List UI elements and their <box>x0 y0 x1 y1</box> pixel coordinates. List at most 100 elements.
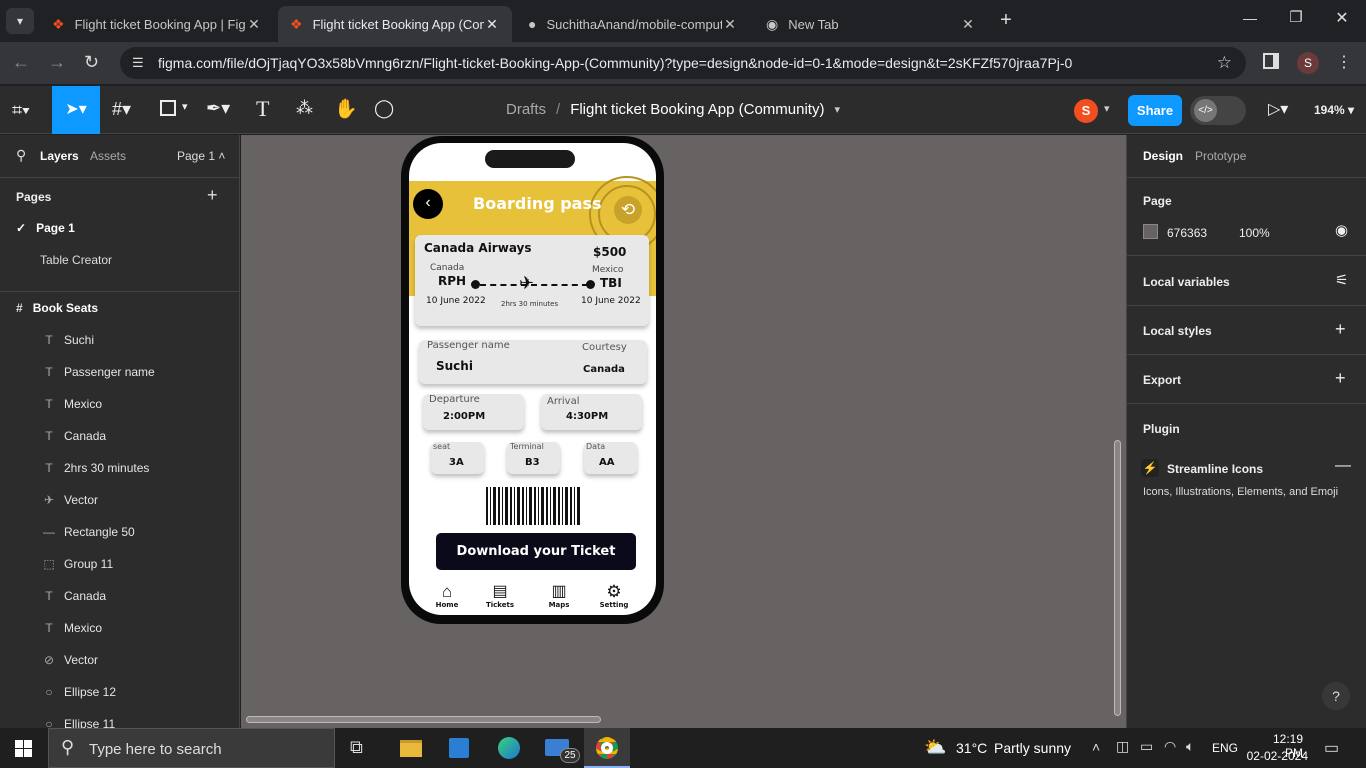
zoom-level[interactable]: 194% ▾ <box>1314 103 1354 117</box>
tab-prototype[interactable]: Prototype <box>1195 149 1246 163</box>
help-button[interactable]: ? <box>1322 682 1350 710</box>
search-icon[interactable]: ⚲ <box>16 147 26 164</box>
back-icon[interactable]: ← <box>12 52 30 73</box>
text-tool-icon[interactable]: T <box>256 96 269 122</box>
nav-setting[interactable]: ⚙ Setting <box>597 583 631 610</box>
layer-row[interactable]: ○ Ellipse 11 <box>0 708 240 728</box>
add-page-icon[interactable]: + <box>207 185 218 206</box>
eye-icon[interactable]: ◉ <box>1335 221 1348 239</box>
reload-icon[interactable]: ↻ <box>84 52 99 73</box>
main-menu-icon[interactable]: ⌗▾ <box>12 100 30 121</box>
layer-row[interactable]: T Mexico <box>0 388 240 420</box>
forward-icon[interactable]: → <box>48 52 66 73</box>
design-canvas[interactable] <box>241 135 1126 728</box>
file-explorer-icon[interactable] <box>400 740 422 757</box>
layer-row[interactable]: T Passenger name <box>0 356 240 388</box>
profile-avatar[interactable]: S <box>1297 52 1319 74</box>
tab-layers[interactable]: Layers <box>40 149 79 163</box>
url-bar[interactable]: ☰ figma.com/file/dOjTjaqYO3x58bVmng6rzn/… <box>120 47 1246 79</box>
download-ticket-button[interactable]: Download your Ticket <box>436 533 636 570</box>
layer-row[interactable]: ○ Ellipse 12 <box>0 676 240 708</box>
layer-row[interactable]: ⬚ Group 11 <box>0 548 240 580</box>
layer-row[interactable]: — Rectangle 50 <box>0 516 240 548</box>
chrome-menu-icon[interactable]: ⋮ <box>1336 52 1352 72</box>
close-icon[interactable]: ✕ <box>484 16 500 33</box>
shape-tool-icon[interactable] <box>160 100 176 116</box>
bookmark-star-icon[interactable]: ☆ <box>1217 53 1232 73</box>
local-variables[interactable]: Local variables <box>1143 275 1230 289</box>
file-name[interactable]: Flight ticket Booking App (Community) <box>570 101 824 119</box>
tab-figma-1[interactable]: ❖ Flight ticket Booking App | Figma ✕ <box>40 6 274 42</box>
pen-tool-icon[interactable]: ✒▾ <box>206 98 230 119</box>
tab-github[interactable]: ● SuchithaAnand/mobile-computing ✕ <box>516 6 750 42</box>
refresh-icon[interactable]: ⟲ <box>614 196 642 224</box>
chevron-down-icon[interactable]: ▾ <box>834 101 840 119</box>
page-item-table-creator[interactable]: Table Creator <box>40 253 112 267</box>
site-info-icon[interactable]: ☰ <box>132 55 144 71</box>
task-view-icon[interactable]: ⧉ <box>350 737 363 758</box>
horizontal-scrollbar[interactable] <box>246 716 601 723</box>
layer-row[interactable]: T 2hrs 30 minutes <box>0 452 240 484</box>
frame-tool-icon[interactable]: #▾ <box>112 99 131 120</box>
windows-start-icon[interactable] <box>15 740 32 757</box>
local-styles[interactable]: Local styles <box>1143 324 1212 338</box>
layer-row[interactable]: T Suchi <box>0 324 240 356</box>
page-item-page-1[interactable]: ✓ Page 1 <box>16 221 75 235</box>
layer-row[interactable]: T Canada <box>0 580 240 612</box>
new-tab-button[interactable]: + <box>994 9 1018 33</box>
variables-icon[interactable]: ⚟ <box>1335 271 1348 289</box>
resources-icon[interactable]: ⁂ <box>296 98 313 118</box>
close-icon[interactable]: ✕ <box>246 16 262 33</box>
export[interactable]: Export <box>1143 373 1181 387</box>
weather-temp[interactable]: 31°C <box>956 740 987 756</box>
page-color-swatch[interactable] <box>1143 224 1158 239</box>
battery-tray-icon[interactable]: ▭ <box>1140 738 1153 755</box>
close-window-button[interactable]: ✕ <box>1330 8 1354 28</box>
breadcrumb-drafts[interactable]: Drafts <box>506 101 546 119</box>
taskbar-search[interactable]: ⚲ Type here to search <box>48 728 335 768</box>
nav-tickets[interactable]: ▤ Tickets <box>483 583 517 609</box>
language-indicator[interactable]: ENG <box>1212 741 1238 755</box>
tab-design[interactable]: Design <box>1143 149 1183 163</box>
weather-icon[interactable]: ⛅ <box>924 737 946 758</box>
user-avatar[interactable]: S <box>1074 99 1098 123</box>
page-color-hex[interactable]: 676363 <box>1167 226 1207 240</box>
layer-row[interactable]: T Canada <box>0 420 240 452</box>
tab-new-tab[interactable]: ◉ New Tab ✕ <box>754 6 988 42</box>
edge-icon[interactable] <box>498 737 520 759</box>
share-button[interactable]: Share <box>1128 95 1182 126</box>
vertical-scrollbar[interactable] <box>1114 440 1121 716</box>
meet-icon[interactable]: ◫ <box>1116 738 1129 755</box>
notification-icon[interactable]: ▭ <box>1324 738 1339 758</box>
frame-layer-book-seats[interactable]: # Book Seats <box>16 301 98 315</box>
plugin-name[interactable]: Streamline Icons <box>1167 462 1263 476</box>
tray-chevron-icon[interactable]: ˄ <box>1092 739 1100 755</box>
layer-row[interactable]: T Mexico <box>0 612 240 644</box>
chrome-taskbar-icon[interactable] <box>584 728 630 768</box>
hand-tool-icon[interactable]: ✋ <box>334 97 358 121</box>
layer-row[interactable]: ⊘ Vector <box>0 644 240 676</box>
back-button[interactable]: ‹ <box>413 189 443 219</box>
nav-maps[interactable]: ▥ Maps <box>543 583 575 609</box>
add-export-icon[interactable]: + <box>1335 368 1346 389</box>
close-icon[interactable]: ✕ <box>960 16 976 33</box>
tab-search-button[interactable]: ▾ <box>6 8 34 34</box>
page-selector[interactable]: Page 1 ˄ <box>177 149 225 163</box>
store-icon[interactable] <box>449 738 469 758</box>
dev-mode-toggle[interactable]: </> <box>1190 96 1246 125</box>
collapse-plugin-icon[interactable]: — <box>1335 457 1351 475</box>
tab-assets[interactable]: Assets <box>90 149 126 163</box>
restore-button[interactable]: ❐ <box>1284 8 1308 26</box>
add-style-icon[interactable]: + <box>1335 319 1346 340</box>
present-icon[interactable]: ▷▾ <box>1268 99 1288 119</box>
minimize-button[interactable]: — <box>1238 10 1262 26</box>
volume-icon[interactable]: 🔈︎ <box>1186 738 1194 755</box>
tab-figma-2[interactable]: ❖ Flight ticket Booking App (Community) … <box>278 6 512 42</box>
close-icon[interactable]: ✕ <box>722 16 738 33</box>
side-panel-icon[interactable] <box>1263 53 1279 69</box>
comment-tool-icon[interactable]: ◯ <box>374 98 394 119</box>
chevron-down-icon[interactable]: ▾ <box>1104 102 1110 115</box>
wifi-tray-icon[interactable]: ◠ <box>1164 738 1176 755</box>
layer-row[interactable]: ✈ Vector <box>0 484 240 516</box>
page-opacity[interactable]: 100% <box>1239 226 1270 240</box>
